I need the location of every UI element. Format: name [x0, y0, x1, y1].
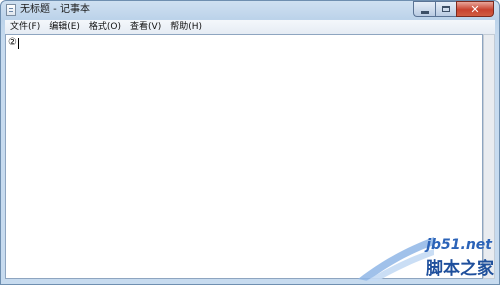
- menu-format[interactable]: 格式(O): [84, 21, 125, 33]
- caption-buttons: ✕: [413, 1, 494, 17]
- editor-content: ②: [8, 37, 17, 48]
- minimize-icon: [420, 10, 429, 14]
- menu-file[interactable]: 文件(F): [5, 21, 44, 33]
- menu-edit[interactable]: 编辑(E): [44, 21, 84, 33]
- maximize-button[interactable]: [435, 1, 456, 17]
- title-bar[interactable]: 无标题 - 记事本 ✕: [1, 1, 499, 19]
- text-caret: [17, 37, 19, 49]
- vertical-scrollbar[interactable]: [483, 34, 495, 279]
- text-editor[interactable]: ②: [5, 34, 483, 279]
- menu-bar: 文件(F) 编辑(E) 格式(O) 查看(V) 帮助(H): [5, 20, 495, 34]
- minimize-button[interactable]: [413, 1, 435, 17]
- editor-text-line: ②: [8, 37, 19, 49]
- window-title: 无标题 - 记事本: [20, 4, 90, 15]
- notepad-window: 无标题 - 记事本 ✕ 文件(F) 编辑(E) 格式(O) 查看(V) 帮助(H…: [0, 0, 500, 285]
- menu-view[interactable]: 查看(V): [125, 21, 165, 33]
- close-icon: ✕: [470, 2, 480, 16]
- menu-help[interactable]: 帮助(H): [165, 21, 206, 33]
- close-button[interactable]: ✕: [456, 1, 494, 17]
- maximize-icon: [442, 6, 450, 12]
- notepad-icon[interactable]: [6, 4, 16, 16]
